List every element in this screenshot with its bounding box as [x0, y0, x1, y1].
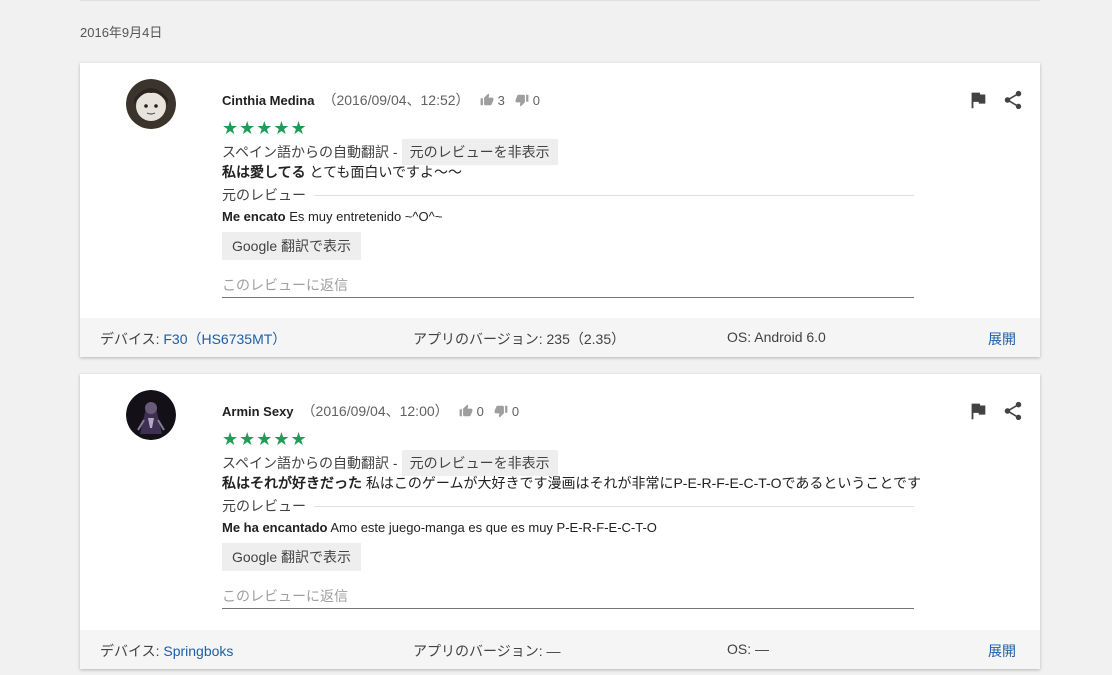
translation-label: スペイン語からの自動翻訳 - — [222, 455, 398, 471]
expand-link[interactable]: 展開 — [988, 641, 1016, 661]
original-title: Me encato — [222, 209, 286, 224]
thumb-down-icon — [515, 94, 529, 107]
os-version: OS: Android 6.0 — [727, 329, 826, 345]
author-name[interactable]: Cinthia Medina — [222, 93, 314, 108]
translation-label: スペイン語からの自動翻訳 - — [222, 144, 398, 160]
divider — [314, 505, 914, 507]
reply-placeholder: このレビューに返信 — [222, 277, 348, 293]
review-footer: デバイス: F30（HS6735MT） アプリのバージョン: 235（2.35）… — [80, 318, 1040, 357]
original-review-label: 元のレビュー — [222, 187, 306, 203]
thumbs-up-count: 0 — [476, 403, 484, 419]
flag-icon[interactable] — [967, 400, 989, 422]
review-datetime: （2016/09/04、12:00） — [301, 403, 449, 419]
original-review: Me ha encantado Amo este juego-manga es … — [222, 520, 657, 535]
review-footer: デバイス: Springboks アプリのバージョン: ― OS: ― 展開 — [80, 630, 1040, 669]
original-review-label: 元のレビュー — [222, 498, 306, 514]
translated-body: 私はこのゲームが大好きです漫画はそれが非常にP-E-R-F-E-C-T-Oである… — [362, 475, 921, 491]
review-actions — [954, 89, 1024, 111]
thumbs-down-count: 0 — [511, 403, 520, 419]
app-version: アプリのバージョン: 235（2.35） — [413, 331, 626, 347]
thumbs-up-count: 3 — [497, 92, 505, 108]
device-link[interactable]: F30（HS6735MT） — [163, 331, 286, 347]
device-info: デバイス: F30（HS6735MT） — [100, 329, 286, 349]
review-datetime: （2016/09/04、12:52） — [322, 92, 470, 108]
google-translate-button[interactable]: Google 翻訳で表示 — [222, 232, 362, 260]
os-version: OS: ― — [727, 641, 770, 657]
review-card: Cinthia Medina （2016/09/04、12:52） 3 0 ★★… — [80, 63, 1040, 357]
original-review: Me encato Es muy entretenido ~^O^~ — [222, 209, 442, 224]
avatar[interactable] — [126, 79, 176, 129]
flag-icon[interactable] — [967, 89, 989, 111]
device-link[interactable]: Springboks — [163, 643, 233, 659]
device-label: デバイス: — [100, 331, 164, 347]
reply-placeholder: このレビューに返信 — [222, 588, 348, 604]
thumbs-down-count: 0 — [532, 92, 541, 108]
thumb-up-icon — [480, 93, 493, 106]
translated-body: とても面白いですよ〜〜 — [305, 164, 462, 180]
expand-link[interactable]: 展開 — [988, 329, 1016, 349]
translated-title: 私はそれが好きだった — [222, 475, 362, 491]
author-name[interactable]: Armin Sexy — [222, 404, 294, 419]
share-icon[interactable] — [1002, 89, 1024, 111]
device-info: デバイス: Springboks — [100, 641, 233, 661]
original-body: Amo este juego-manga es que es muy P-E-R… — [327, 520, 657, 535]
top-divider — [80, 0, 1040, 1]
review-meta: Armin Sexy （2016/09/04、12:00） 0 0 — [222, 401, 519, 421]
original-body: Es muy entretenido ~^O^~ — [285, 209, 443, 224]
original-review-header: 元のレビュー — [222, 496, 914, 516]
translated-review: 私はそれが好きだった 私はこのゲームが大好きです漫画はそれが非常にP-E-R-F… — [222, 473, 921, 493]
thumb-up-icon — [459, 404, 473, 417]
thumbs-up-vote[interactable]: 0 — [459, 404, 484, 419]
original-title: Me ha encantado — [222, 520, 328, 535]
review-card: Armin Sexy （2016/09/04、12:00） 0 0 ★★★★★ … — [80, 374, 1040, 669]
translated-title: 私は愛してる — [222, 164, 306, 180]
review-meta: Cinthia Medina （2016/09/04、12:52） 3 0 — [222, 90, 540, 110]
thumbs-down-vote[interactable]: 0 — [515, 93, 540, 108]
share-icon[interactable] — [1002, 400, 1024, 422]
reply-input[interactable]: このレビューに返信 — [222, 584, 914, 609]
date-header: 2016年9月4日 — [80, 25, 163, 40]
reply-input[interactable]: このレビューに返信 — [222, 273, 914, 298]
google-translate-button[interactable]: Google 翻訳で表示 — [222, 543, 362, 571]
device-label: デバイス: — [100, 643, 164, 659]
divider — [314, 194, 914, 196]
star-rating: ★★★★★ — [222, 429, 308, 449]
avatar[interactable] — [126, 390, 176, 440]
translated-review: 私は愛してる とても面白いですよ〜〜 — [222, 162, 462, 182]
thumbs-up-vote[interactable]: 3 — [480, 93, 505, 108]
original-review-header: 元のレビュー — [222, 185, 914, 205]
review-actions — [954, 400, 1024, 422]
thumb-down-icon — [494, 405, 508, 418]
app-version: アプリのバージョン: ― — [413, 643, 561, 659]
thumbs-down-vote[interactable]: 0 — [494, 404, 519, 419]
star-rating: ★★★★★ — [222, 118, 308, 138]
